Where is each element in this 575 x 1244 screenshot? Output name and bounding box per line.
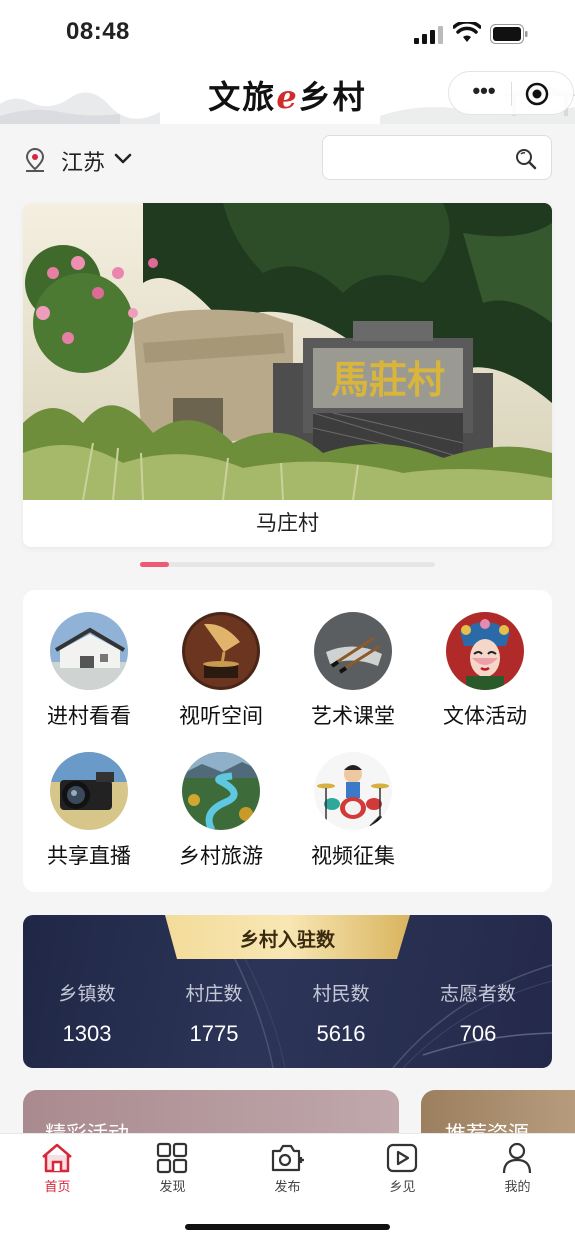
feature-label: 进村看看 [47, 705, 131, 728]
stats-title: 乡村入驻数 [239, 930, 335, 951]
tab-discover[interactable]: 发现 [115, 1134, 230, 1198]
tab-label: 我的 [504, 1179, 531, 1194]
search-box[interactable] [322, 135, 552, 180]
tab-label: 发布 [274, 1179, 301, 1194]
mini-program-capsule: ••• [448, 71, 574, 115]
wifi-icon [453, 22, 481, 42]
title-part2: 乡村 [298, 78, 367, 116]
feature-label: 乡村旅游 [179, 845, 263, 868]
village-gate-photo[interactable]: 馬莊村 [23, 203, 552, 500]
river-landscape-icon [182, 752, 260, 830]
home-indicator [185, 1224, 390, 1230]
feature-item[interactable]: 乡村旅游 [155, 730, 287, 870]
carousel-progress-indicator [140, 562, 169, 567]
location-pin-icon[interactable] [24, 147, 46, 173]
banner-caption: 马庄村 [256, 512, 319, 535]
search-icon[interactable] [515, 148, 537, 170]
tab-label: 首页 [44, 1179, 71, 1194]
tab-label: 乡见 [389, 1179, 416, 1194]
gramophone-icon [182, 612, 260, 690]
tab-meet[interactable]: 乡见 [345, 1134, 460, 1198]
tab-home[interactable]: 首页 [0, 1134, 115, 1198]
stat-label: 乡镇数 [58, 984, 116, 1005]
stat-value: 706 [459, 1021, 497, 1046]
video-play-icon [386, 1143, 418, 1173]
village-icon [50, 612, 128, 690]
calligraphy-brush-icon [314, 612, 392, 690]
village-sign-text: 馬莊村 [331, 357, 445, 402]
village-stats-panel: 乡村入驻数 乡镇数 1303 村庄数 1775 村民数 5616 志愿者数 70… [23, 915, 552, 1068]
battery-icon [490, 24, 528, 44]
camera-plus-icon [271, 1144, 304, 1172]
tab-label: 发现 [159, 1179, 186, 1194]
stat-label: 村民数 [312, 984, 370, 1005]
status-time: 08:48 [66, 18, 130, 45]
signal-icon [414, 26, 443, 44]
stat-value: 1303 [62, 1021, 112, 1046]
status-bar: 08:48 [0, 0, 575, 66]
stat-value: 1775 [189, 1021, 239, 1046]
region-selector[interactable]: 江苏 [61, 145, 105, 177]
capsule-divider [511, 82, 512, 106]
chevron-down-icon[interactable] [114, 152, 132, 166]
title-e: e [276, 78, 299, 116]
feature-label: 视听空间 [179, 705, 263, 728]
title-part1: 文旅 [208, 78, 277, 116]
feature-item[interactable]: 共享直播 [23, 730, 155, 870]
tab-mine[interactable]: 我的 [460, 1134, 575, 1198]
feature-item[interactable]: 艺术课堂 [287, 590, 419, 730]
feature-label: 视频征集 [311, 845, 395, 868]
stat-label: 村庄数 [185, 984, 243, 1005]
close-target-icon[interactable] [525, 82, 549, 106]
feature-item[interactable]: 视频征集 [287, 730, 419, 870]
feature-label: 共享直播 [47, 845, 131, 868]
stat-label: 志愿者数 [439, 984, 516, 1005]
tab-publish[interactable]: 发布 [230, 1134, 345, 1198]
feature-label: 文体活动 [443, 705, 527, 728]
banner-carousel[interactable]: 馬莊村 马庄村 [23, 203, 552, 547]
feature-item[interactable]: 视听空间 [155, 590, 287, 730]
feature-item[interactable]: 文体活动 [419, 590, 551, 730]
home-icon [42, 1143, 72, 1173]
grid-icon [156, 1142, 188, 1174]
more-icon[interactable]: ••• [469, 80, 499, 104]
mini-program-navbar: 文旅e乡村 ••• [0, 66, 575, 124]
carousel-progress-track [140, 562, 435, 567]
opera-mask-icon [446, 612, 524, 690]
camera-icon [50, 752, 128, 830]
drummer-icon [314, 752, 392, 830]
user-icon [502, 1142, 532, 1174]
feature-item[interactable]: 进村看看 [23, 590, 155, 730]
search-input[interactable] [333, 144, 507, 174]
feature-grid: 进村看看 视听空间 艺术课堂 文体活动 共享直播 乡村旅游 视频征集 [23, 590, 552, 892]
stat-value: 5616 [316, 1021, 366, 1046]
feature-label: 艺术课堂 [311, 705, 395, 728]
